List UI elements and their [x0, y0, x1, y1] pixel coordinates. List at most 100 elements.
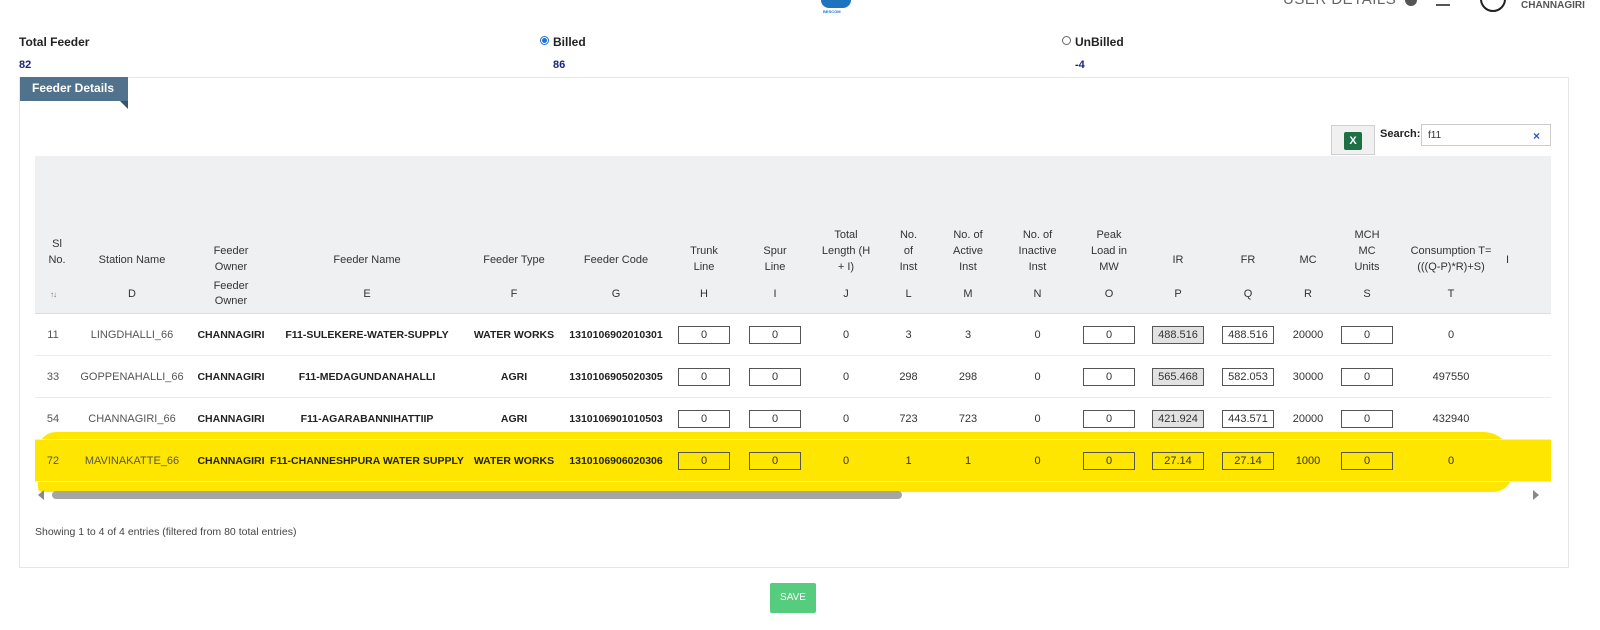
col-station[interactable]: Station Name: [71, 156, 193, 275]
col-consumption[interactable]: Consumption T=(((Q-P)*R)+S): [1401, 156, 1501, 275]
feeder-table-container: Sl No. Station Name Feeder Owner Feeder …: [35, 156, 1551, 492]
cell-ir: 565.468: [1143, 355, 1213, 398]
cell-sl: 54: [35, 397, 71, 440]
col-peak[interactable]: Peak Load in MW: [1075, 156, 1143, 275]
col-trunk[interactable]: Trunk Line: [669, 156, 739, 275]
cell-inst: 1: [881, 439, 936, 482]
cell-consumption: 0: [1401, 313, 1501, 356]
user-location: CHANNAGIRI: [1521, 0, 1585, 11]
col-extra[interactable]: I: [1501, 156, 1551, 275]
spur-input[interactable]: 0: [749, 367, 801, 386]
search-input[interactable]: [1421, 124, 1551, 146]
fr-input[interactable]: 27.14: [1222, 451, 1274, 470]
cell-type: AGRI: [465, 355, 563, 398]
top-bar: BESCOM USER DETAILS CHANNAGIRI: [0, 0, 1600, 30]
peak-input[interactable]: 0: [1083, 367, 1135, 386]
cell-station: CHANNAGIRI_66: [71, 397, 193, 440]
trunk-input[interactable]: 0: [678, 451, 730, 470]
spur-input[interactable]: 0: [749, 451, 801, 470]
cell-spur: 0: [739, 313, 811, 356]
cell-fr: 488.516: [1213, 313, 1283, 356]
cell-station: LINGDHALLI_66: [71, 313, 193, 356]
scroll-right-icon[interactable]: [1533, 490, 1539, 500]
mch-input[interactable]: 0: [1341, 409, 1393, 428]
cell-mc: 20000: [1283, 397, 1333, 440]
fr-input[interactable]: 443.571: [1222, 409, 1274, 428]
peak-input[interactable]: 0: [1083, 325, 1135, 344]
spur-input[interactable]: 0: [749, 409, 801, 428]
spur-input[interactable]: 0: [749, 325, 801, 344]
clear-search-icon[interactable]: ×: [1533, 129, 1540, 143]
cell-trunk: 0: [669, 439, 739, 482]
col-ir[interactable]: IR: [1143, 156, 1213, 275]
cell-peak: 0: [1075, 355, 1143, 398]
billed-option[interactable]: Billed: [540, 35, 586, 49]
search-label: Search:: [1380, 128, 1421, 140]
scroll-left-icon[interactable]: [38, 490, 44, 500]
trunk-input[interactable]: 0: [678, 409, 730, 428]
table-row: 11 LINGDHALLI_66 CHANNAGIRI F11-SULEKERE…: [35, 313, 1551, 356]
billed-radio[interactable]: [540, 36, 549, 45]
cell-mch: 0: [1333, 439, 1401, 482]
notification-icon[interactable]: [1436, 0, 1450, 6]
scrollbar-thumb[interactable]: [52, 491, 902, 499]
cell-mch: 0: [1333, 397, 1401, 440]
unbilled-option[interactable]: UnBilled: [1062, 35, 1124, 49]
letter-n: N: [1000, 275, 1075, 314]
total-feeder-label: Total Feeder: [19, 35, 90, 49]
cell-mc: 1000: [1283, 439, 1333, 482]
trunk-input[interactable]: 0: [678, 367, 730, 386]
cell-fr: 582.053: [1213, 355, 1283, 398]
cell-extra: [1501, 313, 1551, 356]
col-spur[interactable]: Spur Line: [739, 156, 811, 275]
cell-trunk: 0: [669, 355, 739, 398]
cell-active: 3: [936, 313, 1000, 356]
col-sl[interactable]: Sl No.: [35, 156, 71, 275]
letter-o: O: [1075, 275, 1143, 314]
letter-q: Q: [1213, 275, 1283, 314]
col-inst[interactable]: No. of Inst: [881, 156, 936, 275]
fr-input[interactable]: 582.053: [1222, 367, 1274, 386]
peak-input[interactable]: 0: [1083, 409, 1135, 428]
col-owner[interactable]: Feeder Owner: [193, 156, 269, 275]
cell-spur: 0: [739, 355, 811, 398]
letter-j: J: [811, 275, 881, 314]
col-feeder-type[interactable]: Feeder Type: [465, 156, 563, 275]
cell-total-length: 0: [811, 439, 881, 482]
col-active[interactable]: No. of Active Inst: [936, 156, 1000, 275]
cell-ir: 27.14: [1143, 439, 1213, 482]
cell-trunk: 0: [669, 313, 739, 356]
mch-input[interactable]: 0: [1341, 325, 1393, 344]
unbilled-radio[interactable]: [1062, 36, 1071, 45]
sort-icon[interactable]: ↑↓: [35, 275, 71, 314]
col-fr[interactable]: FR: [1213, 156, 1283, 275]
save-button[interactable]: SAVE: [770, 583, 816, 613]
cell-station: GOPPENAHALLI_66: [71, 355, 193, 398]
fr-input[interactable]: 488.516: [1222, 325, 1274, 344]
cell-trunk: 0: [669, 397, 739, 440]
horizontal-scrollbar[interactable]: [36, 490, 1543, 502]
trunk-input[interactable]: 0: [678, 325, 730, 344]
mch-input[interactable]: 0: [1341, 367, 1393, 386]
mch-input[interactable]: 0: [1341, 451, 1393, 470]
user-details-menu[interactable]: USER DETAILS: [1283, 0, 1417, 8]
peak-input[interactable]: 0: [1083, 451, 1135, 470]
cell-spur: 0: [739, 439, 811, 482]
col-mch[interactable]: MCH MC Units: [1333, 156, 1401, 275]
cell-active: 298: [936, 355, 1000, 398]
col-feeder-name[interactable]: Feeder Name: [269, 156, 465, 275]
table-row: 54 CHANNAGIRI_66 CHANNAGIRI F11-AGARABAN…: [35, 397, 1551, 440]
billed-value: 86: [553, 59, 566, 71]
table-row: 33 GOPPENAHALLI_66 CHANNAGIRI F11-MEDAGU…: [35, 355, 1551, 398]
user-avatar-icon[interactable]: [1480, 0, 1506, 12]
cell-extra: [1501, 439, 1551, 482]
col-mc[interactable]: MC: [1283, 156, 1333, 275]
col-feeder-code[interactable]: Feeder Code: [563, 156, 669, 275]
cell-code: 1310106901010503: [563, 397, 669, 440]
total-feeder-value: 82: [19, 59, 32, 71]
excel-export-button[interactable]: X: [1331, 125, 1375, 155]
col-inactive[interactable]: No. of Inactive Inst: [1000, 156, 1075, 275]
billed-label: Billed: [553, 35, 586, 49]
col-total-length[interactable]: Total Length (H + I): [811, 156, 881, 275]
cell-inst: 723: [881, 397, 936, 440]
